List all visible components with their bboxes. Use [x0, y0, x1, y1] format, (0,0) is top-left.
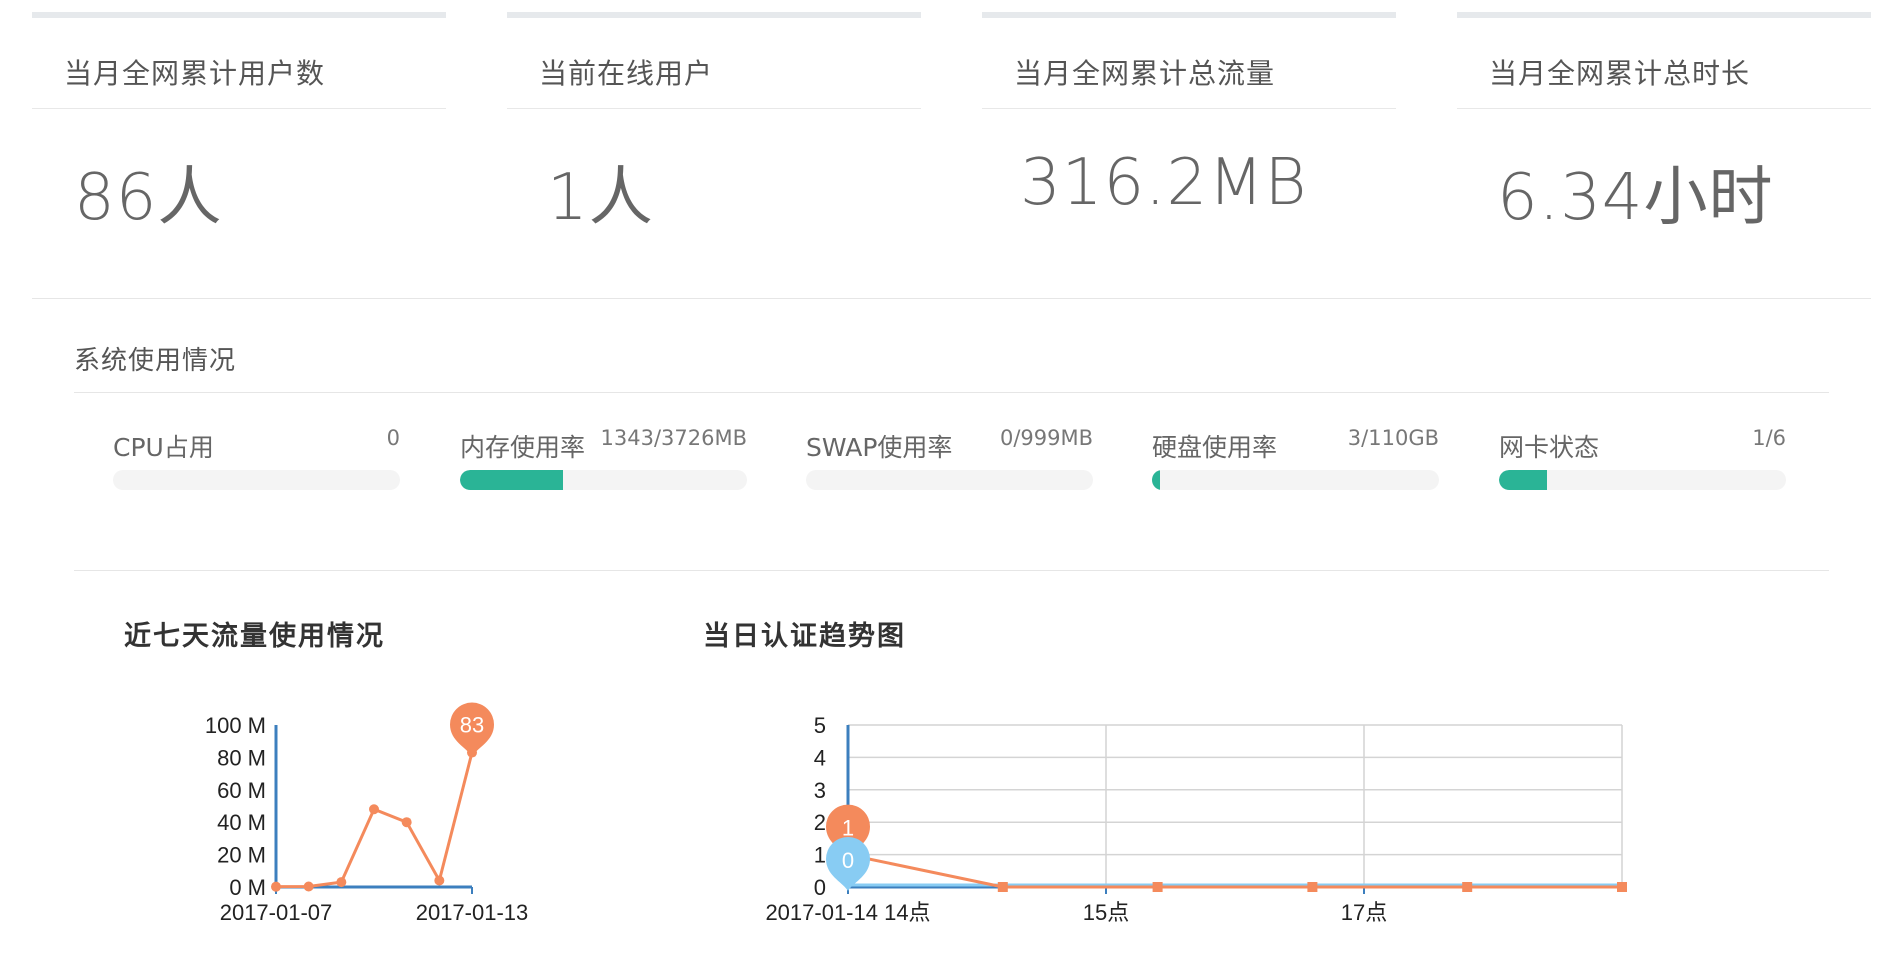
stat-title: 当月全网累计总时长 — [1489, 57, 1751, 90]
series-line-orange — [847, 853, 1622, 889]
y-tick-label: 0 — [814, 875, 826, 900]
progress-track — [1152, 470, 1439, 490]
divider — [1457, 108, 1871, 109]
data-label: 83 — [460, 713, 484, 738]
chart-title-auth-trend: 当日认证趋势图 — [703, 621, 906, 652]
stat-card-monthly-duration: 当月全网累计总时长 6.34小时 — [1457, 12, 1871, 235]
stat-value: 86人 — [74, 161, 223, 235]
data-point — [1617, 882, 1627, 892]
progress-fill — [1152, 470, 1160, 490]
usage-value: 1343/3726MB — [600, 426, 748, 450]
usage-disk: 硬盘使用率 3/110GB — [1152, 424, 1439, 494]
divider — [32, 298, 1871, 299]
data-point — [1462, 882, 1473, 892]
usage-label: SWAP使用率 — [806, 433, 953, 462]
y-tick-label: 2 — [814, 810, 826, 835]
y-tick-label: 1 — [814, 843, 826, 868]
usage-label: 网卡状态 — [1499, 433, 1600, 462]
data-point — [369, 804, 379, 815]
chart-title-traffic: 近七天流量使用情况 — [124, 621, 385, 652]
data-point — [1307, 882, 1318, 892]
x-tick-label: 2017-01-07 — [220, 900, 333, 925]
progress-track — [460, 470, 747, 490]
data-point — [997, 882, 1008, 892]
data-point — [271, 881, 281, 892]
stat-card-online-users: 当前在线用户 1人 — [507, 12, 921, 235]
traffic-line-chart: 0 M 20 M 40 M 60 M 80 M 100 M 2017-01-07 2017-0… — [205, 702, 529, 925]
x-tick-label: 15点 — [1083, 900, 1129, 925]
x-tick-label: 2017-01-13 — [416, 900, 529, 925]
y-tick-label: 60 M — [217, 778, 266, 803]
y-tick-label: 20 M — [217, 843, 266, 868]
usage-cpu: CPU占用 0 — [113, 424, 400, 494]
usage-value: 0 — [386, 426, 400, 450]
divider — [507, 108, 921, 109]
y-tick-label: 80 M — [217, 745, 266, 770]
data-point — [434, 875, 445, 886]
stat-title: 当前在线用户 — [539, 57, 714, 90]
usage-label: 硬盘使用率 — [1152, 433, 1278, 462]
stat-title: 当月全网累计总流量 — [1014, 57, 1276, 90]
y-tick-label: 40 M — [217, 810, 266, 835]
stat-value: 316.2MB — [1020, 146, 1308, 220]
data-point — [303, 881, 314, 892]
usage-swap: SWAP使用率 0/999MB — [806, 424, 1093, 494]
y-tick-label: 3 — [814, 778, 826, 803]
dashboard: 当月全网累计用户数 86人 当前在线用户 1人 当月全网累计总流量 316.2M… — [0, 0, 1896, 976]
divider — [74, 570, 1829, 571]
data-label: 1 — [842, 816, 854, 841]
data-point — [401, 817, 412, 828]
stat-card-monthly-users: 当月全网累计用户数 86人 — [32, 12, 446, 235]
y-tick-label: 5 — [814, 713, 826, 738]
progress-track — [113, 470, 400, 490]
usage-nic: 网卡状态 1/6 — [1499, 424, 1786, 494]
stat-title: 当月全网累计用户数 — [64, 57, 326, 90]
y-tick-label: 4 — [814, 745, 826, 770]
divider — [74, 392, 1829, 393]
x-tick-label: 17点 — [1341, 900, 1387, 925]
progress-fill — [1499, 470, 1547, 490]
progress-track — [1499, 470, 1786, 490]
data-point — [336, 877, 347, 888]
stat-value: 1人 — [547, 161, 654, 235]
y-tick-label: 0 M — [229, 875, 266, 900]
data-label: 0 — [842, 848, 854, 873]
progress-track — [806, 470, 1093, 490]
usage-value: 1/6 — [1752, 426, 1786, 450]
usage-value: 0/999MB — [999, 426, 1093, 450]
stat-card-monthly-traffic: 当月全网累计总流量 316.2MB — [982, 12, 1396, 220]
divider — [32, 108, 446, 109]
stat-value: 6.34小时 — [1497, 161, 1774, 235]
progress-fill — [460, 470, 564, 490]
usage-value: 3/110GB — [1347, 426, 1439, 450]
usage-label: 内存使用率 — [460, 433, 586, 462]
usage-memory: 内存使用率 1343/3726MB — [460, 424, 747, 494]
x-tick-label: 2017-01-14 14点 — [765, 900, 930, 925]
y-tick-label: 100 M — [205, 713, 266, 738]
usage-label: CPU占用 — [113, 433, 214, 462]
series-line — [275, 752, 474, 889]
auth-trend-line-chart: 0123452017-01-14 14点 15点 17点10 — [765, 713, 1627, 925]
section-title-system-usage: 系统使用情况 — [74, 346, 237, 376]
data-point — [1152, 882, 1163, 892]
divider — [982, 108, 1396, 109]
